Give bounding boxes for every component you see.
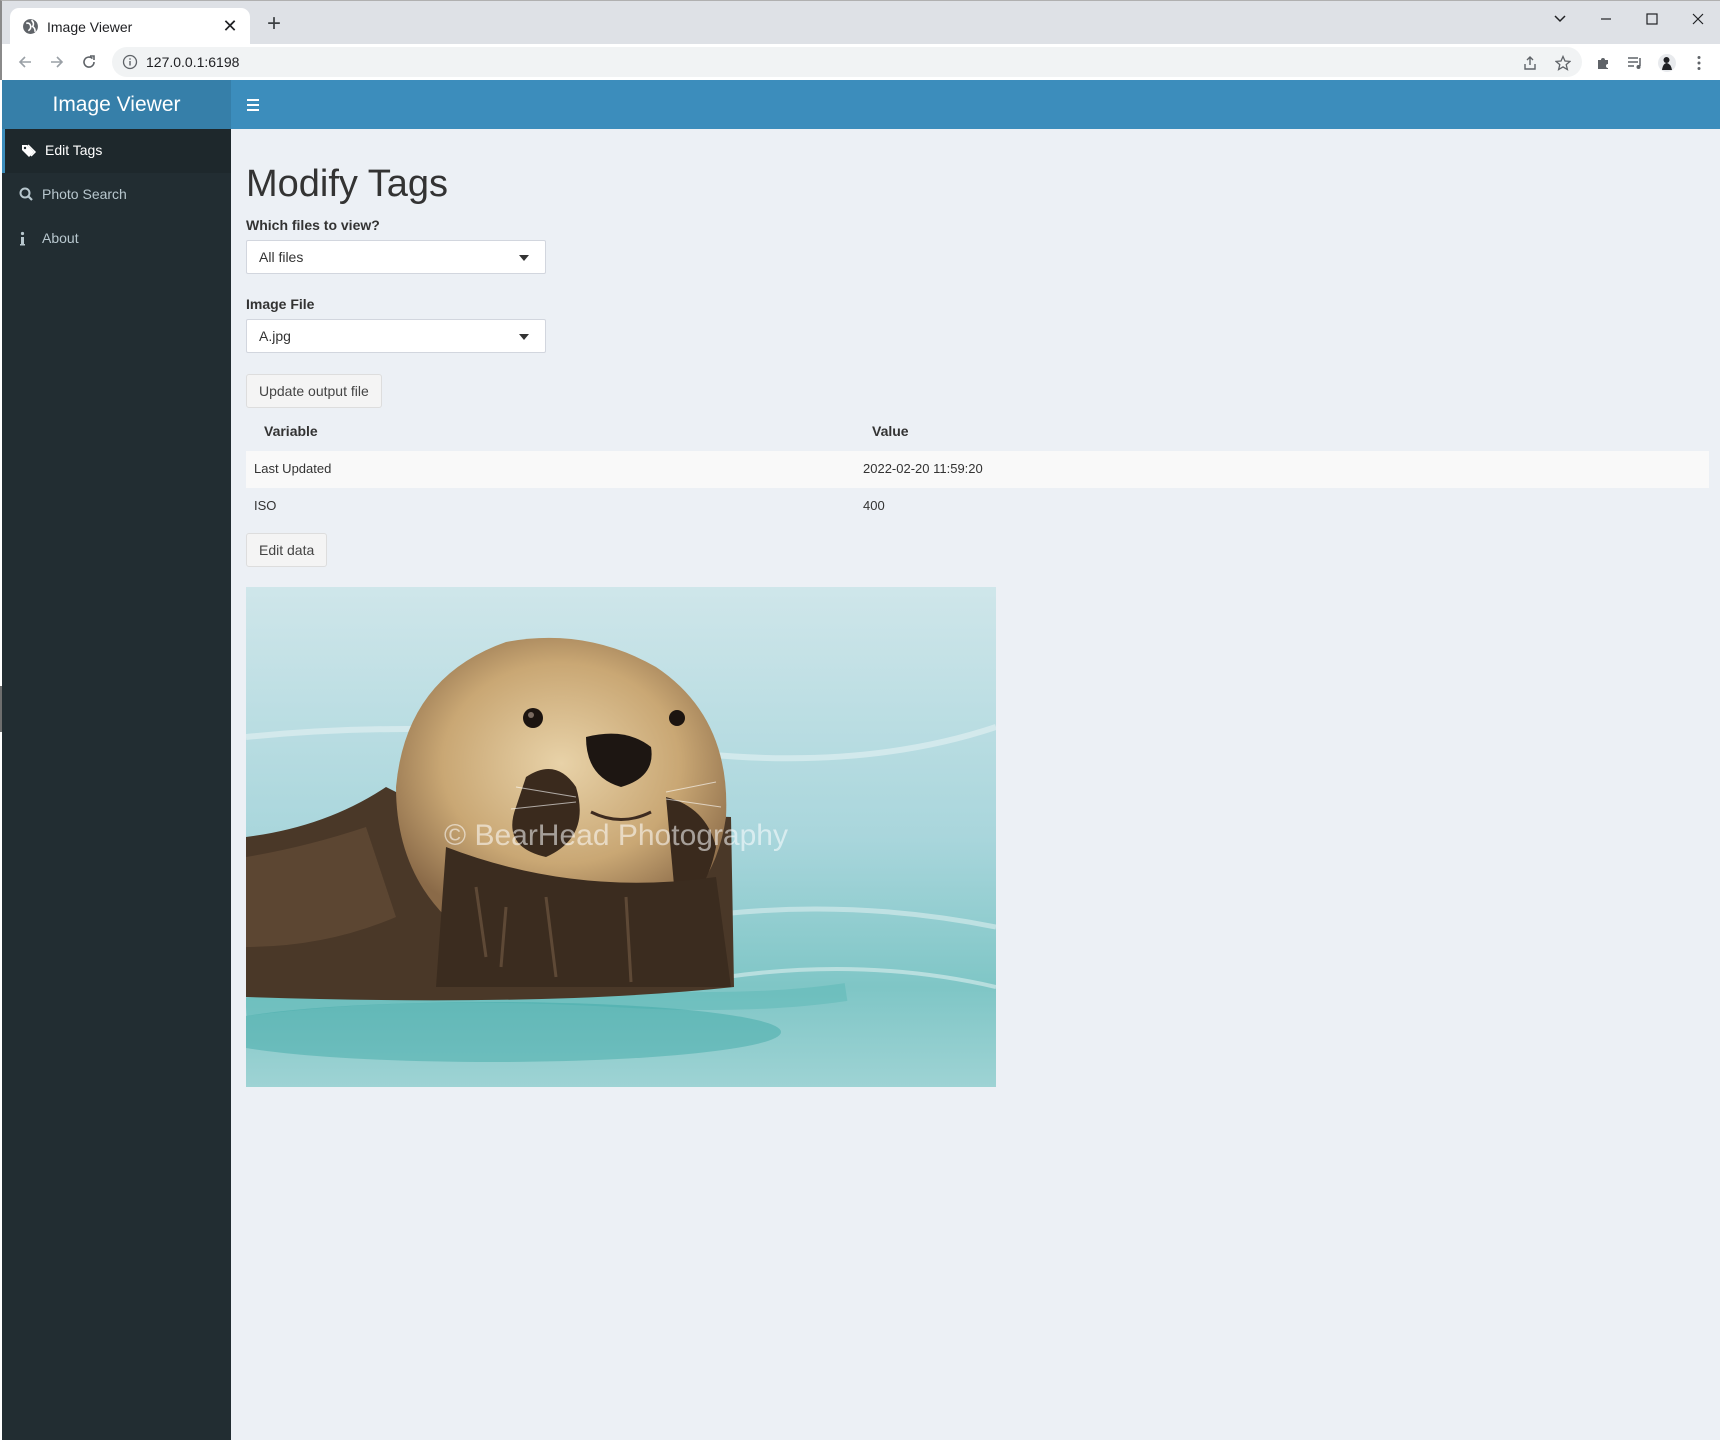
search-icon	[19, 187, 33, 201]
column-header-variable[interactable]: Variable	[264, 423, 318, 439]
address-bar[interactable]: 127.0.0.1:6198	[112, 47, 1582, 77]
tags-table: Variable Value Last Updated 2022-02-20 1…	[246, 411, 1709, 525]
image-file-select[interactable]: A.jpg	[246, 319, 546, 353]
sidebar-item-edit-tags[interactable]: Edit Tags	[2, 129, 231, 173]
new-tab-button[interactable]: +	[262, 12, 286, 37]
browser-toolbar: 127.0.0.1:6198	[0, 44, 1720, 80]
forward-icon[interactable]	[46, 51, 68, 73]
profile-avatar[interactable]	[1656, 52, 1678, 74]
tab-search-icon[interactable]	[1542, 5, 1578, 33]
maximize-icon[interactable]	[1634, 5, 1670, 33]
url-text: 127.0.0.1:6198	[146, 54, 240, 70]
cell-variable: Last Updated	[254, 461, 332, 476]
files-filter-value: All files	[259, 249, 304, 265]
browser-tabstrip: Image Viewer ✕ +	[0, 0, 1720, 45]
main-content: Modify Tags Which files to view? All fil…	[231, 129, 1720, 1440]
close-window-icon[interactable]	[1680, 5, 1716, 33]
page-title: Modify Tags	[246, 163, 449, 205]
photo-watermark: © BearHead Photography	[444, 819, 788, 852]
table-row[interactable]: ISO 400	[246, 488, 1709, 525]
cell-value: 2022-02-20 11:59:20	[863, 461, 983, 476]
tab-title: Image Viewer	[47, 19, 133, 35]
info-icon	[20, 231, 25, 246]
edit-data-button[interactable]: Edit data	[246, 533, 328, 567]
top-navbar	[231, 80, 1720, 129]
back-icon[interactable]	[14, 51, 36, 73]
chevron-down-icon	[519, 334, 529, 340]
tags-icon	[22, 144, 37, 157]
update-output-button[interactable]: Update output file	[246, 374, 382, 408]
media-controls-icon[interactable]	[1624, 52, 1646, 74]
otter-photo: © BearHead Photography	[246, 587, 996, 1087]
app-window: Image Viewer Edit Tags Photo Search Abou…	[0, 80, 1720, 1440]
bookmark-star-icon[interactable]	[1552, 52, 1574, 74]
sidebar-item-label: Edit Tags	[45, 142, 103, 158]
sidebar: Edit Tags Photo Search About	[2, 129, 231, 1440]
sidebar-item-about[interactable]: About	[2, 217, 231, 261]
sidebar-toggle-icon[interactable]	[245, 95, 265, 115]
extensions-icon[interactable]	[1592, 52, 1614, 74]
sidebar-item-label: Photo Search	[42, 186, 127, 202]
left-edge-scroll-marker	[0, 686, 2, 732]
image-file-label: Image File	[246, 296, 315, 312]
image-file-value: A.jpg	[259, 328, 291, 344]
browser-tab[interactable]: Image Viewer ✕	[10, 8, 250, 45]
reload-icon[interactable]	[78, 51, 100, 73]
share-icon[interactable]	[1519, 52, 1541, 74]
sidebar-item-label: About	[42, 230, 79, 246]
table-row[interactable]: Last Updated 2022-02-20 11:59:20	[246, 451, 1709, 488]
sidebar-item-photo-search[interactable]: Photo Search	[2, 173, 231, 217]
globe-icon	[23, 19, 38, 34]
site-info-icon[interactable]	[122, 54, 138, 70]
cell-value: 400	[863, 498, 885, 513]
table-header: Variable Value	[246, 411, 1709, 451]
files-filter-label: Which files to view?	[246, 217, 380, 233]
files-filter-select[interactable]: All files	[246, 240, 546, 274]
minimize-icon[interactable]	[1588, 5, 1624, 33]
close-tab-icon[interactable]: ✕	[220, 16, 240, 36]
browser-menu-icon[interactable]	[1688, 52, 1710, 74]
cell-variable: ISO	[254, 498, 277, 513]
app-logo[interactable]: Image Viewer	[2, 80, 231, 129]
chevron-down-icon	[519, 255, 529, 261]
column-header-value[interactable]: Value	[872, 423, 909, 439]
